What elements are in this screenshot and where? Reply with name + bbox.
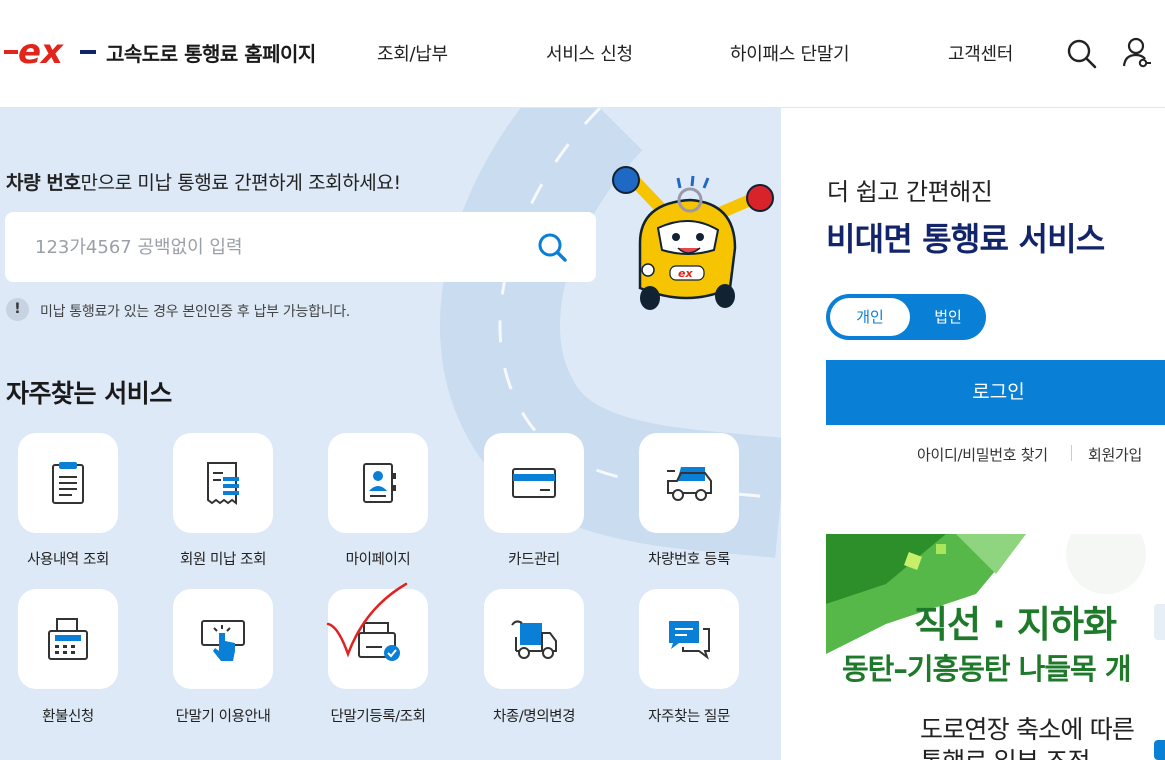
plate-lookup-heading: 차량 번호만으로 미납 통행료 간편하게 조회하세요! [6,168,401,195]
terminal-register-button[interactable] [328,589,428,689]
touch-panel-icon [201,620,245,661]
promo-banner[interactable]: 직선 · 지하화 동탄–기흥동탄 나들목 개 도로연장 축소에 따른 통행료 일… [826,534,1165,760]
vehicle-type-change-label: 차종/명의변경 [492,709,576,725]
member-type-toggle: 개인 법인 [826,294,986,340]
vehicle-registration-label: 차량번호 등록 [648,552,730,568]
member-unpaid-button[interactable] [173,433,273,533]
plate-number-input[interactable] [35,232,515,262]
mascot-badge-text: ex [678,267,693,280]
faq-label: 자주찾는 질문 [648,709,730,725]
truck-swap-icon [511,620,557,659]
user-icon[interactable] [1120,36,1152,70]
usage-history-button[interactable] [18,433,118,533]
site-title[interactable]: 고속도로 통행료 홈페이지 [106,38,316,67]
sign-up-link[interactable]: 회원가입 [1088,444,1142,465]
nav-customer-center[interactable]: 고객센터 [948,40,1013,66]
chat-icon [669,621,710,660]
banner-subheadline: 동탄–기흥동탄 나들목 개 [842,652,1131,686]
plate-lookup-heading-bold: 차량 번호 [6,172,81,194]
login-button[interactable]: 로그인 [826,360,1165,425]
business-toggle[interactable]: 법인 [914,298,982,336]
credit-card-icon [512,468,556,498]
main-left-panel: 차량 번호만으로 미납 통행료 간편하게 조회하세요! ! 미납 통행료가 있는… [0,108,781,760]
nav-inquiry-payment[interactable]: 조회/납부 [377,40,448,66]
faq-button[interactable] [639,589,739,689]
device-check-icon [358,622,400,661]
vehicle-type-change-button[interactable] [484,589,584,689]
search-icon[interactable] [1066,36,1098,70]
usage-history-label: 사용내역 조회 [27,552,109,568]
vehicle-registration-button[interactable] [639,433,739,533]
terminal-guide-label: 단말기 이용안내 [175,709,271,725]
card-management-label: 카드관리 [508,552,560,568]
service-subtitle: 더 쉽고 간편해진 [827,178,993,206]
terminal-register-label: 단말기등록/조회 [330,709,426,725]
service-title: 비대면 통행료 서비스 [826,220,1105,258]
nav-hipass-terminal[interactable]: 하이패스 단말기 [730,40,850,66]
car-icon [667,467,712,501]
profile-book-icon [363,463,396,503]
nav-service-application[interactable]: 서비스 신청 [546,40,633,66]
banner-headline: 직선 · 지하화 [914,603,1117,646]
refund-button[interactable] [18,589,118,689]
alert-icon: ! [6,298,29,321]
favorites-heading: 자주찾는 서비스 [6,379,172,408]
receipt-icon [207,462,239,505]
terminal-guide-button[interactable] [173,589,273,689]
ex-logo[interactable]: ex [4,36,96,68]
member-unpaid-label: 회원 미납 조회 [179,552,267,568]
site-header: ex 고속도로 통행료 홈페이지 조회/납부 서비스 신청 하이패스 단말기 고… [0,0,1165,108]
payment-notice-text: 미납 통행료가 있는 경우 본인인증 후 납부 가능합니다. [40,304,350,320]
logo-text: ex [18,36,64,68]
plate-lookup-heading-rest: 만으로 미납 통행료 간편하게 조회하세요! [80,172,402,194]
personal-toggle[interactable]: 개인 [830,298,910,336]
banner-desc-line2: 통행료 일부 조정 [920,742,1091,760]
find-id-password-link[interactable]: 아이디/비밀번호 찾기 [917,444,1048,465]
mypage-label: 마이페이지 [345,552,411,568]
refund-label: 환불신청 [42,709,94,725]
mascot-car-illustration: ex [612,166,774,310]
mypage-button[interactable] [328,433,428,533]
card-management-button[interactable] [484,433,584,533]
fax-printer-icon [48,618,88,660]
banner-desc-line1: 도로연장 축소에 따른 [920,715,1135,744]
plate-search-icon[interactable] [535,230,569,264]
login-panel: 더 쉽고 간편해진 비대면 통행료 서비스 개인 법인 로그인 아이디/비밀번호… [781,108,1165,760]
clipboard-list-icon [52,462,84,504]
plate-search-box [5,212,596,282]
link-divider [1071,445,1072,461]
